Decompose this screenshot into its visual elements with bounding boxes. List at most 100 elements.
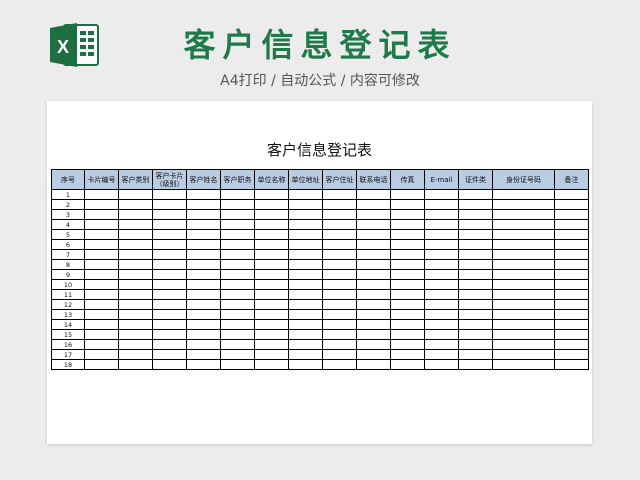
table-cell[interactable] (254, 239, 289, 250)
table-cell[interactable] (356, 359, 391, 370)
table-cell[interactable] (84, 229, 119, 240)
table-cell[interactable] (220, 259, 255, 270)
table-cell[interactable] (554, 289, 589, 300)
column-header[interactable]: 客户住址 (322, 169, 357, 190)
table-cell[interactable] (356, 289, 391, 300)
table-cell[interactable] (322, 189, 357, 200)
table-cell[interactable] (554, 209, 589, 220)
table-cell[interactable] (390, 209, 425, 220)
table-cell[interactable] (554, 219, 589, 230)
table-cell[interactable] (424, 189, 459, 200)
table-cell[interactable] (458, 309, 493, 320)
row-number-cell[interactable]: 3 (51, 209, 85, 220)
table-cell[interactable] (356, 209, 391, 220)
table-cell[interactable] (492, 269, 555, 280)
table-cell[interactable] (84, 309, 119, 320)
table-cell[interactable] (458, 349, 493, 360)
row-number-cell[interactable]: 15 (51, 329, 85, 340)
table-cell[interactable] (118, 269, 153, 280)
table-cell[interactable] (254, 269, 289, 280)
row-number-cell[interactable]: 10 (51, 279, 85, 290)
column-header[interactable]: 客户类别 (118, 169, 153, 190)
table-cell[interactable] (458, 259, 493, 270)
table-cell[interactable] (254, 299, 289, 310)
table-cell[interactable] (84, 189, 119, 200)
table-cell[interactable] (118, 259, 153, 270)
table-cell[interactable] (118, 309, 153, 320)
table-cell[interactable] (424, 249, 459, 260)
table-cell[interactable] (554, 319, 589, 330)
table-cell[interactable] (254, 219, 289, 230)
row-number-cell[interactable]: 11 (51, 289, 85, 300)
table-cell[interactable] (152, 289, 187, 300)
table-cell[interactable] (322, 329, 357, 340)
table-cell[interactable] (220, 229, 255, 240)
column-header[interactable]: 单位名称 (254, 169, 289, 190)
table-cell[interactable] (390, 309, 425, 320)
table-cell[interactable] (152, 359, 187, 370)
column-header[interactable]: 证件类 (458, 169, 493, 190)
table-cell[interactable] (458, 209, 493, 220)
table-cell[interactable] (118, 339, 153, 350)
table-cell[interactable] (152, 319, 187, 330)
table-cell[interactable] (492, 339, 555, 350)
table-cell[interactable] (254, 349, 289, 360)
table-cell[interactable] (152, 309, 187, 320)
table-cell[interactable] (254, 259, 289, 270)
table-cell[interactable] (424, 199, 459, 210)
table-cell[interactable] (220, 239, 255, 250)
table-cell[interactable] (186, 189, 221, 200)
table-cell[interactable] (186, 239, 221, 250)
table-cell[interactable] (288, 259, 323, 270)
table-cell[interactable] (220, 349, 255, 360)
table-cell[interactable] (152, 209, 187, 220)
table-cell[interactable] (254, 199, 289, 210)
table-cell[interactable] (492, 219, 555, 230)
table-cell[interactable] (554, 189, 589, 200)
table-cell[interactable] (356, 299, 391, 310)
table-cell[interactable] (492, 309, 555, 320)
table-cell[interactable] (322, 229, 357, 240)
table-cell[interactable] (492, 249, 555, 260)
row-number-cell[interactable]: 8 (51, 259, 85, 270)
table-cell[interactable] (356, 329, 391, 340)
table-cell[interactable] (322, 319, 357, 330)
row-number-cell[interactable]: 4 (51, 219, 85, 230)
table-cell[interactable] (390, 359, 425, 370)
table-cell[interactable] (118, 319, 153, 330)
table-cell[interactable] (424, 209, 459, 220)
table-cell[interactable] (220, 279, 255, 290)
table-cell[interactable] (322, 209, 357, 220)
table-cell[interactable] (84, 349, 119, 360)
table-cell[interactable] (492, 259, 555, 270)
table-cell[interactable] (458, 229, 493, 240)
table-cell[interactable] (390, 329, 425, 340)
table-cell[interactable] (288, 219, 323, 230)
column-header[interactable]: 客户职务 (220, 169, 255, 190)
table-cell[interactable] (458, 339, 493, 350)
table-cell[interactable] (254, 249, 289, 260)
table-cell[interactable] (288, 239, 323, 250)
row-number-cell[interactable]: 17 (51, 349, 85, 360)
row-number-cell[interactable]: 12 (51, 299, 85, 310)
table-cell[interactable] (152, 249, 187, 260)
table-cell[interactable] (186, 249, 221, 260)
table-cell[interactable] (322, 249, 357, 260)
table-cell[interactable] (322, 289, 357, 300)
table-cell[interactable] (554, 259, 589, 270)
table-cell[interactable] (458, 329, 493, 340)
table-cell[interactable] (152, 349, 187, 360)
table-cell[interactable] (288, 339, 323, 350)
table-cell[interactable] (390, 229, 425, 240)
table-cell[interactable] (220, 199, 255, 210)
table-cell[interactable] (118, 219, 153, 230)
table-cell[interactable] (186, 289, 221, 300)
row-number-cell[interactable]: 18 (51, 359, 85, 370)
table-cell[interactable] (84, 259, 119, 270)
column-header[interactable]: E-mail (424, 169, 459, 190)
table-cell[interactable] (458, 239, 493, 250)
table-cell[interactable] (424, 229, 459, 240)
table-cell[interactable] (356, 229, 391, 240)
table-cell[interactable] (84, 209, 119, 220)
table-cell[interactable] (220, 329, 255, 340)
